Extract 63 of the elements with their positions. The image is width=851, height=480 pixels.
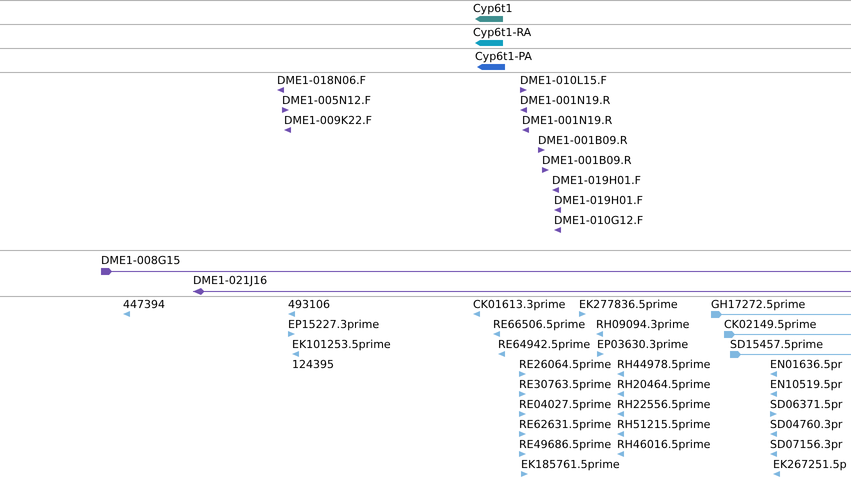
feature-label: Cyp6t1 — [473, 2, 512, 15]
feature-label: GH17272.5prime — [711, 298, 806, 311]
feature-label: RE49686.5prime — [519, 438, 612, 451]
feature-label: RE26064.5prime — [519, 358, 612, 371]
feature-label: DME1-001B09.R — [542, 154, 632, 167]
feature-label: 124395 — [292, 358, 334, 371]
feature-label: Cyp6t1-RA — [473, 26, 532, 39]
feature-label: SD06371.5pr — [770, 398, 842, 411]
feature-label: RE30763.5prime — [519, 378, 612, 391]
feature-label: RH51215.5prime — [617, 418, 710, 431]
gene-bar[interactable] — [475, 16, 503, 22]
feature-label: RH09094.3prime — [596, 318, 690, 331]
left-arrow-icon[interactable] — [277, 87, 284, 93]
feature-label: DME1-021J16 — [193, 274, 268, 287]
feature-label: RE66506.5prime — [493, 318, 586, 331]
feature-label: DME1-001N19.R — [520, 94, 610, 107]
feature-label: RE62631.5prime — [519, 418, 612, 431]
right-arrow-icon[interactable] — [282, 107, 289, 113]
feature-label: 493106 — [288, 298, 330, 311]
feature-label: EK267251.5p — [773, 458, 847, 471]
feature-label: DME1-009K22.F — [284, 114, 372, 127]
feature-label: CK01613.3prime — [473, 298, 566, 311]
left-arrow-icon[interactable] — [554, 227, 561, 233]
feature-label: DME1-001B09.R — [538, 134, 628, 147]
feature-label: EN01636.5pr — [770, 358, 842, 371]
feature-label: RH44978.5prime — [617, 358, 710, 371]
feature-label: EN10519.5pr — [770, 378, 842, 391]
feature-label: DME1-010L15.F — [520, 74, 607, 87]
feature-label: RH20464.5prime — [617, 378, 710, 391]
gene-bar[interactable] — [477, 64, 505, 70]
feature-label: DME1-005N12.F — [282, 94, 371, 107]
feature-label: SD07156.3pr — [770, 438, 842, 451]
feature-label: EK277836.5prime — [579, 298, 678, 311]
right-arrow-icon[interactable] — [542, 167, 549, 173]
feature-label: DME1-018N06.F — [277, 74, 366, 87]
feature-label: CK02149.5prime — [724, 318, 816, 331]
feature-label: 447394 — [123, 298, 165, 311]
feature-label: SD04760.3pr — [770, 418, 842, 431]
right-arrow-icon[interactable] — [538, 147, 545, 153]
feature-label: EK185761.5prime — [521, 458, 620, 471]
left-arrow-icon[interactable] — [284, 127, 291, 133]
left-arrow-icon[interactable] — [520, 107, 527, 113]
feature-label: DME1-001N19.R — [522, 114, 612, 127]
feature-label: RE64942.5prime — [498, 338, 590, 351]
feature-label: EK101253.5prime — [292, 338, 391, 351]
feature-label: RE04027.5prime — [519, 398, 612, 411]
feature-label: DME1-019H01.F — [554, 194, 643, 207]
right-arrow-icon[interactable] — [520, 87, 527, 93]
gene-bar[interactable] — [475, 40, 503, 46]
feature-span-line[interactable] — [193, 288, 851, 295]
feature-label: EP03630.3prime — [597, 338, 688, 351]
feature-label: EP15227.3prime — [288, 318, 380, 331]
feature-label: RH46016.5prime — [617, 438, 710, 451]
left-arrow-icon[interactable] — [522, 127, 529, 133]
feature-label: DME1-019H01.F — [552, 174, 641, 187]
feature-label: Cyp6t1-PA — [475, 50, 532, 63]
feature-span-line[interactable] — [101, 268, 851, 275]
feature-label: RH22556.5prime — [617, 398, 710, 411]
left-arrow-icon[interactable] — [552, 187, 559, 193]
feature-label: SD15457.5prime — [730, 338, 823, 351]
feature-label: DME1-010G12.F — [554, 214, 644, 227]
feature-label: DME1-008G15 — [101, 254, 180, 267]
left-arrow-icon[interactable] — [554, 207, 561, 213]
